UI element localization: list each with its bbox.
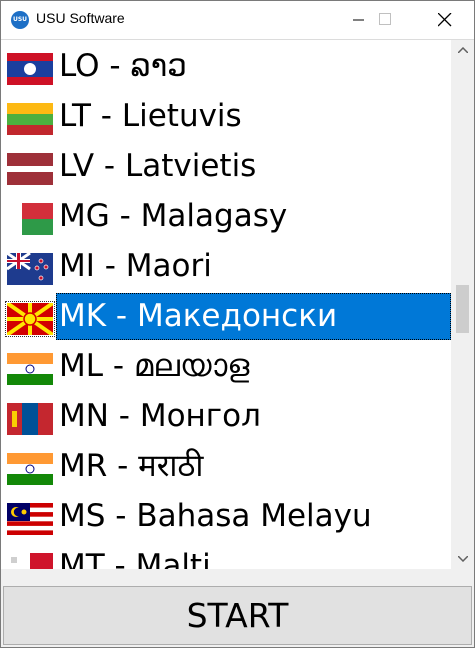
language-label: MK - Македонски bbox=[59, 298, 338, 334]
list-item[interactable]: LT - Lietuvis bbox=[1, 90, 451, 140]
language-list: LO - ລາວ LT - Lietuvis LV - Latvietis MG… bbox=[1, 40, 451, 569]
malta-flag-icon bbox=[7, 553, 53, 569]
language-label: ML - മലയാള bbox=[59, 348, 250, 384]
window-title: USU Software bbox=[36, 10, 125, 26]
start-button[interactable]: START bbox=[3, 586, 472, 645]
language-label: MG - Malagasy bbox=[59, 198, 288, 234]
close-button[interactable] bbox=[421, 1, 467, 39]
scroll-up-button[interactable] bbox=[451, 40, 474, 60]
maximize-icon bbox=[379, 13, 391, 25]
list-item[interactable]: MG - Malagasy bbox=[1, 190, 451, 240]
list-item[interactable]: MN - Монгол bbox=[1, 390, 451, 440]
chevron-up-icon bbox=[458, 47, 468, 53]
lithuania-flag-icon bbox=[7, 103, 53, 135]
language-label: MI - Maori bbox=[59, 248, 212, 284]
language-label: LV - Latvietis bbox=[59, 148, 257, 184]
language-label: MS - Bahasa Melayu bbox=[59, 498, 372, 534]
language-label: LO - ລາວ bbox=[59, 48, 187, 84]
language-label: MT - Malti bbox=[59, 548, 211, 569]
list-item[interactable]: MS - Bahasa Melayu bbox=[1, 490, 451, 540]
mongolia-flag-icon bbox=[7, 403, 53, 435]
madagascar-flag-icon bbox=[7, 203, 53, 235]
north-macedonia-flag-icon bbox=[5, 301, 55, 337]
latvia-flag-icon bbox=[7, 153, 53, 185]
title-bar[interactable]: USU USU Software bbox=[1, 1, 474, 39]
close-icon bbox=[438, 13, 452, 27]
language-label: LT - Lietuvis bbox=[59, 98, 242, 134]
scrollbar-thumb[interactable] bbox=[456, 285, 469, 333]
list-item[interactable]: LO - ລາວ bbox=[1, 40, 451, 90]
list-item[interactable]: MR - मराठी bbox=[1, 440, 451, 490]
scroll-down-button[interactable] bbox=[451, 549, 474, 569]
list-item-selected[interactable]: MK - Македонски bbox=[1, 290, 451, 340]
list-item[interactable]: LV - Latvietis bbox=[1, 140, 451, 190]
language-label: MN - Монгол bbox=[59, 398, 261, 434]
list-item[interactable]: MT - Malti bbox=[1, 540, 451, 569]
india-flag-icon bbox=[7, 453, 53, 485]
india-flag-icon bbox=[7, 353, 53, 385]
language-listbox[interactable]: LO - ລາວ LT - Lietuvis LV - Latvietis MG… bbox=[1, 39, 474, 569]
laos-flag-icon bbox=[7, 53, 53, 85]
app-logo-icon: USU bbox=[11, 11, 29, 29]
app-window: USU USU Software LO - ລາວ LT - Lietuvis … bbox=[0, 0, 475, 648]
list-item[interactable]: MI - Maori bbox=[1, 240, 451, 290]
list-item[interactable]: ML - മലയാള bbox=[1, 340, 451, 390]
language-label: MR - मराठी bbox=[59, 448, 204, 484]
maximize-button[interactable] bbox=[362, 1, 408, 39]
malaysia-flag-icon bbox=[7, 503, 53, 535]
new-zealand-flag-icon bbox=[7, 253, 53, 285]
vertical-scrollbar[interactable] bbox=[451, 40, 474, 569]
chevron-down-icon bbox=[458, 556, 468, 562]
